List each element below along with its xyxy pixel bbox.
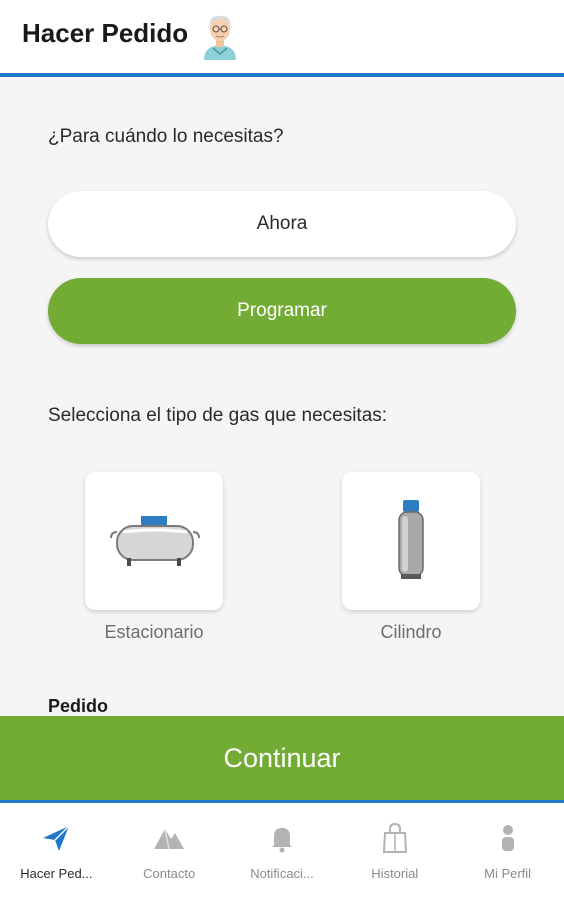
gas-cylinder-icon bbox=[398, 500, 424, 579]
gas-option-cylinder[interactable] bbox=[342, 472, 480, 610]
nav-item-historial[interactable]: Historial bbox=[338, 803, 451, 900]
when-question: ¿Para cuándo lo necesitas? bbox=[48, 126, 284, 147]
nav-item-mi-perfil[interactable]: Mi Perfil bbox=[451, 803, 564, 900]
mountain-icon bbox=[154, 828, 185, 850]
now-button[interactable]: Ahora bbox=[48, 191, 516, 257]
app-bar: Hacer Pedido bbox=[0, 0, 564, 74]
now-button-label: Ahora bbox=[256, 213, 308, 234]
nav-label-historial: Historial bbox=[371, 866, 419, 881]
nav-label-mi-perfil: Mi Perfil bbox=[484, 866, 532, 881]
nav-item-notificaciones[interactable]: Notificaci... bbox=[226, 803, 339, 900]
gas-option-cylinder-label: Cilindro bbox=[380, 622, 442, 642]
gas-option-stationary-label: Estacionario bbox=[104, 622, 204, 642]
user-avatar-icon[interactable] bbox=[198, 12, 242, 60]
page-title: Hacer Pedido bbox=[22, 18, 189, 48]
nav-label-hacer-pedido: Hacer Ped... bbox=[20, 866, 93, 881]
stationary-tank-icon bbox=[110, 516, 200, 566]
continue-button-label: Continuar bbox=[223, 742, 341, 773]
schedule-button-label: Programar bbox=[237, 300, 327, 321]
nav-item-contacto[interactable]: Contacto bbox=[113, 803, 226, 900]
gas-type-question: Selecciona el tipo de gas que necesitas: bbox=[48, 405, 388, 426]
nav-label-notificaciones: Notificaci... bbox=[250, 866, 314, 881]
continue-button[interactable]: Continuar bbox=[0, 716, 564, 800]
nav-item-hacer-pedido[interactable]: Hacer Ped... bbox=[0, 803, 113, 900]
send-icon bbox=[43, 825, 70, 851]
nav-label-contacto: Contacto bbox=[143, 866, 196, 881]
shopping-bag-icon bbox=[382, 822, 407, 853]
order-form: ¿Para cuándo lo necesitas? Ahora Program… bbox=[0, 77, 564, 717]
schedule-button[interactable]: Programar bbox=[48, 278, 516, 344]
order-section-title: Pedido bbox=[48, 696, 109, 716]
bottom-navigation: Hacer Ped... Contacto Notificaci... Hist… bbox=[0, 803, 564, 900]
bell-icon bbox=[271, 828, 292, 853]
gas-option-stationary[interactable] bbox=[85, 472, 223, 610]
person-icon bbox=[501, 825, 514, 851]
